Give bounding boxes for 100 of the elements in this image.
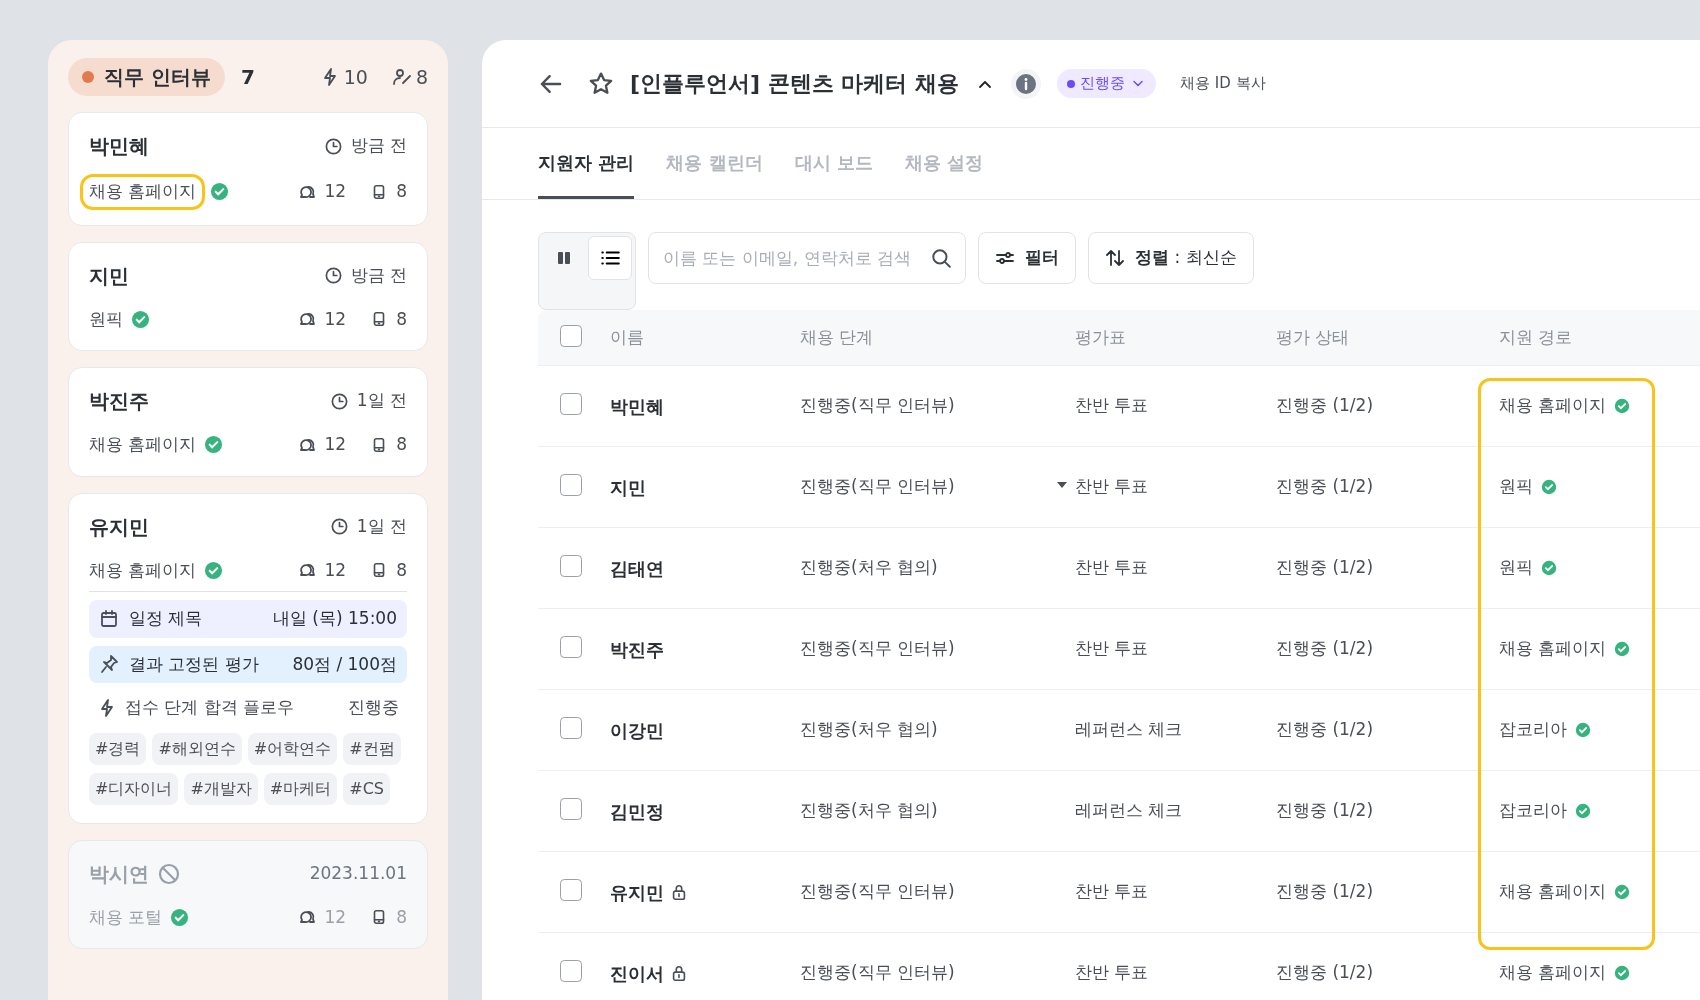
- count-label: 8: [415, 64, 428, 90]
- count-label: 12: [324, 558, 347, 582]
- table-cell: 진행중(직무 인터뷰): [800, 476, 955, 497]
- time-label: 방금 전: [350, 263, 407, 287]
- candidate-card[interactable]: 박민혜 방금 전 채용 홈페이지 12 8: [68, 112, 428, 226]
- schedule-title: 일정 제목: [129, 607, 203, 630]
- row-checkbox[interactable]: [560, 555, 582, 578]
- pinned-evaluation-bar[interactable]: 결과 고정된 평가 80점 / 100점: [89, 645, 407, 683]
- candidate-card[interactable]: 박진주 1일 전 채용 홈페이지 12 8: [68, 367, 428, 477]
- flow-title: 접수 단계 합격 플로우: [125, 696, 295, 719]
- column-header: 지원 경로: [1499, 325, 1573, 349]
- tag[interactable]: #어학연수: [247, 732, 338, 765]
- sort-arrows-icon: [1105, 248, 1125, 268]
- source-label: 원픽: [89, 307, 123, 331]
- sort-button[interactable]: 정렬 : 최신순: [1088, 232, 1254, 284]
- row-checkbox[interactable]: [560, 393, 582, 416]
- candidate-name: 유지민: [89, 513, 149, 541]
- table-cell: 찬반 투표: [1075, 881, 1149, 902]
- count-label: 12: [324, 433, 347, 456]
- tag[interactable]: #마케터: [263, 772, 338, 805]
- time-label: 1일 전: [356, 514, 407, 538]
- score-label: 80점 / 100점: [292, 652, 397, 676]
- filter-button[interactable]: 필터: [978, 232, 1076, 284]
- tag[interactable]: #CS: [343, 772, 390, 805]
- table-cell-text: 채용 홈페이지: [1499, 961, 1607, 985]
- source-label: 채용 포털: [89, 905, 163, 929]
- clock-icon: [329, 391, 349, 411]
- tag[interactable]: #해외연수: [152, 732, 242, 765]
- stage-chip[interactable]: 직무 인터뷰: [68, 58, 225, 96]
- count-label: 12: [324, 307, 347, 331]
- table-cell-text: 채용 홈페이지: [1499, 637, 1607, 661]
- applicant-name: 박진주: [610, 637, 664, 662]
- page-title: [인플루언서] 콘텐츠 마케터 채용: [630, 70, 960, 98]
- evaluation-title: 결과 고정된 평가: [129, 652, 259, 676]
- table-cell: 찬반 투표: [1075, 557, 1149, 578]
- row-checkbox[interactable]: [560, 879, 582, 902]
- row-checkbox[interactable]: [560, 717, 582, 740]
- column-header: 평가 상태: [1276, 326, 1350, 347]
- applicant-name: 이강민: [610, 718, 664, 743]
- applicant-name: 지민: [610, 475, 646, 500]
- row-checkbox[interactable]: [560, 960, 582, 983]
- table-cell: 찬반 투표: [1075, 638, 1149, 659]
- count-label: 7: [240, 64, 255, 91]
- table-cell: 진행중(직무 인터뷰): [800, 962, 955, 983]
- count-label: 8: [396, 433, 407, 456]
- table-cell-text: 채용 홈페이지: [1499, 880, 1607, 904]
- source-label: 채용 홈페이지: [83, 177, 203, 207]
- table-cell: 찬반 투표: [1075, 395, 1149, 416]
- row-checkbox[interactable]: [560, 798, 582, 821]
- candidate-name: 박민혜: [89, 133, 149, 160]
- list-view-button[interactable]: [588, 236, 632, 280]
- info-icon[interactable]: [1011, 68, 1042, 99]
- candidate-name: 박시연: [89, 860, 149, 888]
- tab[interactable]: 지원자 관리: [538, 128, 635, 199]
- source-label: 채용 홈페이지: [89, 558, 197, 582]
- schedule-bar[interactable]: 일정 제목 내일 (목) 15:00: [89, 600, 407, 638]
- candidate-card[interactable]: 유지민 1일 전 채용 홈페이지 12 8 일정 제목 내일 (목) 15:00 결과 고정된 평가 80점 / 100점 접수 단계 합격 플로우 진행중 #경력 #해외연수 #어학연수 #컨펌 #디자이너 #개발자 #마케터 #CS: [68, 492, 428, 824]
- candidate-name: 지민: [89, 262, 129, 290]
- status-dropdown[interactable]: 진행중: [1057, 69, 1157, 98]
- count-label: 8: [396, 558, 407, 582]
- time-label: 방금 전: [350, 134, 407, 158]
- applicant-name: 김태연: [610, 556, 664, 581]
- table-cell: 레퍼런스 체크: [1075, 800, 1183, 821]
- table-cell: 진행중 (1/2): [1276, 557, 1374, 578]
- star-button[interactable]: [588, 70, 614, 97]
- table-cell: 진행중(직무 인터뷰): [800, 881, 955, 902]
- table-cell: 진행중 (1/2): [1276, 476, 1374, 497]
- candidate-card[interactable]: 지민 방금 전 원픽 12 8: [68, 241, 428, 351]
- copy-id-link[interactable]: 채용 ID 복사: [1180, 72, 1266, 95]
- tag[interactable]: #디자이너: [89, 772, 179, 805]
- count-label: 8: [396, 307, 407, 331]
- time-label: 1일 전: [356, 389, 407, 413]
- column-header: 평가표: [1075, 326, 1126, 347]
- count-label: 8: [396, 905, 407, 929]
- clock-icon: [329, 517, 349, 536]
- time-label: 2023.11.01: [309, 861, 407, 885]
- applicant-name: 유지민: [610, 880, 664, 905]
- applicant-name: 김민정: [610, 799, 664, 824]
- count-label: 10: [343, 64, 368, 90]
- table-cell-text: 원픽: [1499, 556, 1533, 580]
- table-cell: 진행중(처우 협의): [800, 557, 938, 578]
- tag[interactable]: #경력: [89, 732, 147, 765]
- table-cell-text: 채용 홈페이지: [1499, 394, 1607, 418]
- table-cell: 진행중(직무 인터뷰): [800, 395, 955, 416]
- table-cell: 찬반 투표: [1075, 476, 1149, 497]
- candidate-name: 박진주: [89, 388, 149, 415]
- person-icon: [391, 67, 412, 87]
- table-cell: 레퍼런스 체크: [1075, 719, 1183, 740]
- table-cell-text: 잡코리아: [1499, 718, 1567, 742]
- count-label: 12: [324, 180, 347, 203]
- select-all-checkbox[interactable]: [560, 324, 582, 347]
- search-field[interactable]: 이름 또는 이메일, 연락처로 검색: [648, 232, 966, 284]
- row-checkbox[interactable]: [560, 636, 582, 659]
- table-cell: 진행중 (1/2): [1276, 638, 1374, 659]
- row-checkbox[interactable]: [560, 474, 582, 497]
- tag[interactable]: #컨펌: [343, 732, 401, 765]
- column-header: 이름: [610, 326, 644, 347]
- tag[interactable]: #개발자: [184, 772, 258, 805]
- table-cell: 진행중(직무 인터뷰): [800, 638, 955, 659]
- dot-icon: [1067, 79, 1076, 88]
